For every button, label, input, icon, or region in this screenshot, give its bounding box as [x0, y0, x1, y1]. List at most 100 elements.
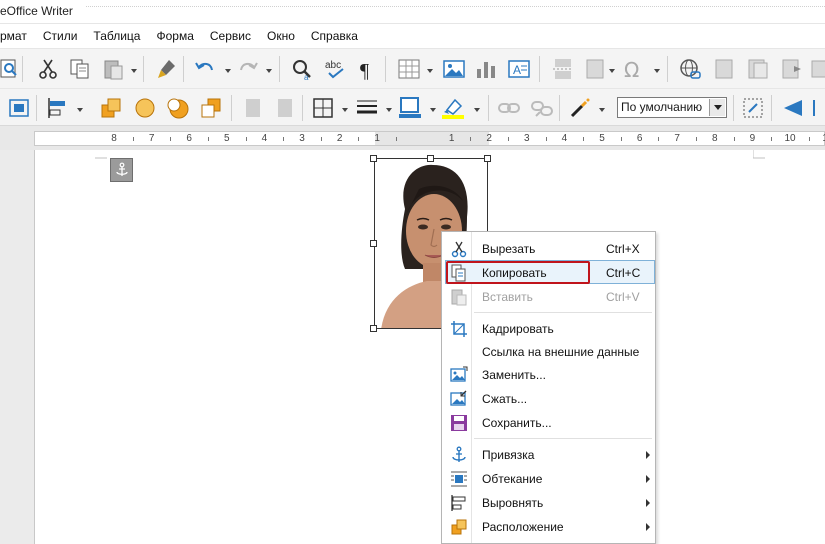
borders-icon[interactable] — [311, 96, 335, 120]
backward-one-icon[interactable] — [166, 96, 190, 120]
hyperlink-icon[interactable] — [678, 57, 702, 81]
menu-tools[interactable]: Сервис — [210, 29, 259, 43]
wrap-icon — [451, 471, 467, 487]
frame-properties-icon[interactable] — [741, 96, 765, 120]
menu-item-wrap[interactable]: Обтекание — [442, 467, 657, 491]
image-properties-icon[interactable] — [568, 96, 592, 120]
border-style-icon[interactable] — [355, 96, 379, 120]
bring-to-front-icon[interactable] — [99, 96, 123, 120]
insert-image-icon[interactable] — [442, 57, 466, 81]
menu-styles[interactable]: Стили — [43, 29, 86, 43]
copy-icon[interactable] — [68, 57, 92, 81]
resize-handle-left[interactable] — [370, 240, 377, 247]
image-properties-dropdown-arrow[interactable] — [599, 108, 605, 112]
comment-icon[interactable] — [746, 57, 770, 81]
cut-icon[interactable] — [36, 57, 60, 81]
insert-field-icon[interactable] — [583, 57, 607, 81]
menu-window[interactable]: Окно — [267, 29, 303, 43]
menu-item-shortcut: Ctrl+X — [606, 242, 640, 256]
footnote-icon[interactable] — [712, 57, 736, 81]
toolbar-overflow-icon[interactable] — [810, 57, 825, 81]
align-objects-dropdown-arrow[interactable] — [77, 108, 83, 112]
chevron-down-icon[interactable] — [709, 99, 725, 116]
menu-help[interactable]: Справка — [311, 29, 366, 43]
link-frames-icon[interactable] — [497, 96, 521, 120]
formatting-marks-icon[interactable]: ¶ — [356, 57, 380, 81]
ruler-tick — [245, 137, 247, 141]
menu-item-external-link[interactable]: Ссылка на внешние данные — [442, 340, 657, 364]
flip-horizontal-icon[interactable] — [810, 96, 825, 120]
menu-format[interactable]: рмат — [0, 29, 35, 43]
spelling-icon[interactable]: abc — [324, 57, 348, 81]
menu-form[interactable]: Форма — [156, 29, 201, 43]
menu-item-anchor[interactable]: Привязка — [442, 443, 657, 467]
horizontal-ruler[interactable]: 876543211234567891011 — [0, 126, 825, 150]
redo-dropdown-arrow[interactable] — [266, 69, 272, 73]
menu-item-align[interactable]: Выровнять — [442, 491, 657, 515]
paste-icon[interactable] — [102, 57, 126, 81]
resize-handle-bottom-left[interactable] — [370, 325, 377, 332]
undo-icon[interactable] — [193, 57, 217, 81]
menu-item-cut[interactable]: Вырезать Ctrl+X — [442, 237, 657, 261]
svg-text:abc: abc — [325, 60, 341, 71]
frame-style-select[interactable]: По умолчанию — [617, 97, 727, 118]
flip-vertical-icon[interactable] — [781, 96, 805, 120]
background-color-dropdown-arrow[interactable] — [474, 108, 480, 112]
background-color-icon[interactable] — [441, 96, 465, 120]
page-break-icon[interactable] — [551, 57, 575, 81]
arrange-icon — [451, 519, 467, 535]
resize-handle-top-left[interactable] — [370, 155, 377, 162]
track-changes-icon[interactable] — [780, 57, 804, 81]
toolbar-separator — [771, 95, 772, 121]
insert-chart-icon[interactable] — [474, 57, 498, 81]
insert-table-dropdown-arrow[interactable] — [427, 69, 433, 73]
special-character-icon[interactable]: Ω — [622, 57, 646, 81]
resize-handle-top[interactable] — [427, 155, 434, 162]
align-objects-icon[interactable] — [46, 96, 70, 120]
clone-formatting-icon[interactable] — [155, 57, 179, 81]
insert-field-dropdown-arrow[interactable] — [609, 69, 615, 73]
anchor-icon — [452, 446, 466, 462]
replace-image-icon — [450, 366, 468, 382]
ruler-number: 6 — [186, 133, 192, 144]
menu-separator — [474, 312, 652, 313]
borders-dropdown-arrow[interactable] — [342, 108, 348, 112]
menu-item-label: Привязка — [482, 448, 535, 462]
print-preview-icon[interactable] — [0, 57, 24, 81]
menu-item-paste[interactable]: Вставить Ctrl+V — [442, 285, 657, 309]
to-background-icon[interactable] — [273, 96, 297, 120]
menu-item-compress[interactable]: Сжать... — [442, 387, 657, 411]
crop-icon — [451, 321, 467, 337]
menu-item-replace[interactable]: Заменить... — [442, 363, 657, 387]
menu-item-crop[interactable]: Кадрировать — [442, 317, 657, 341]
paste-dropdown-arrow[interactable] — [131, 69, 137, 73]
menu-table[interactable]: Таблица — [93, 29, 148, 43]
border-color-icon[interactable] — [398, 96, 422, 120]
menu-item-arrange[interactable]: Расположение — [442, 515, 657, 539]
forward-one-icon[interactable] — [133, 96, 157, 120]
resize-handle-top-right[interactable] — [484, 155, 491, 162]
find-replace-icon[interactable]: a — [290, 57, 314, 81]
border-color-dropdown-arrow[interactable] — [430, 108, 436, 112]
submenu-arrow-icon — [646, 523, 650, 531]
unlink-frames-icon[interactable] — [530, 96, 554, 120]
redo-icon[interactable] — [236, 57, 260, 81]
anchor-marker[interactable] — [110, 158, 133, 182]
border-style-dropdown-arrow[interactable] — [386, 108, 392, 112]
toolbar-separator — [231, 95, 232, 121]
to-foreground-icon[interactable] — [241, 96, 265, 120]
svg-text:a: a — [304, 73, 309, 81]
image-toolbar: По умолчанию — [0, 88, 825, 126]
ruler-tick — [132, 137, 134, 141]
insert-textbox-icon[interactable]: A — [507, 57, 531, 81]
undo-dropdown-arrow[interactable] — [225, 69, 231, 73]
insert-table-icon[interactable] — [397, 57, 421, 81]
menu-item-save[interactable]: Сохранить... — [442, 411, 657, 435]
menu-item-label: Расположение — [482, 520, 564, 534]
submenu-arrow-icon — [646, 475, 650, 483]
wrap-through-icon[interactable] — [7, 96, 31, 120]
ruler-number: 3 — [299, 133, 305, 144]
special-character-dropdown-arrow[interactable] — [654, 69, 660, 73]
send-to-back-icon[interactable] — [199, 96, 223, 120]
toolbar-separator — [667, 56, 668, 82]
